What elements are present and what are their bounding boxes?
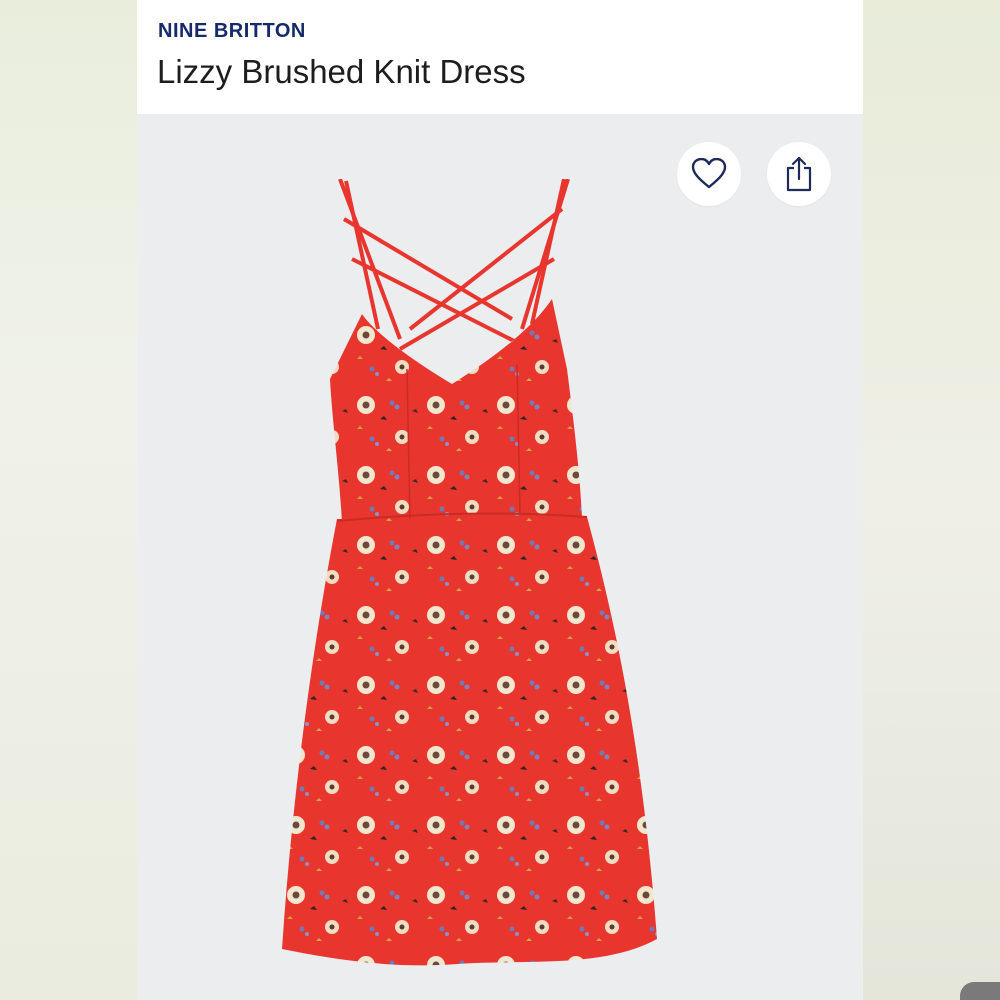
share-icon [786, 156, 812, 192]
right-background-margin [863, 0, 1000, 1000]
scroll-indicator[interactable] [960, 982, 1000, 1000]
share-button[interactable] [767, 142, 831, 206]
product-title: Lizzy Brushed Knit Dress [157, 53, 526, 90]
brand-name[interactable]: NINE BRITTON [158, 20, 306, 43]
left-background-margin [0, 0, 137, 1000]
dress-photo [282, 179, 657, 966]
product-header: NINE BRITTON Lizzy Brushed Knit Dress [137, 0, 863, 114]
product-image-area[interactable] [137, 114, 863, 1000]
product-card: NINE BRITTON Lizzy Brushed Knit Dress [137, 0, 863, 1000]
